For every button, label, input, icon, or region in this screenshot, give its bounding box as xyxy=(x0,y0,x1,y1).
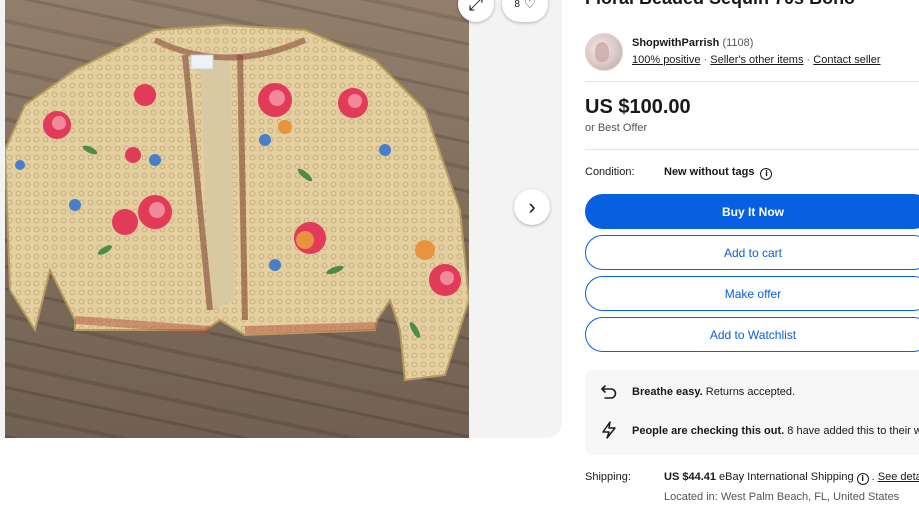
seller-links: 100% positive · Seller's other items · C… xyxy=(632,54,881,66)
shipping-info-icon[interactable]: i xyxy=(856,473,869,485)
promo-interest-detail: 8 have added this to their wa xyxy=(784,425,919,437)
shipping-method: eBay International Shipping xyxy=(715,471,857,483)
shipping-label: Shipping: xyxy=(585,471,631,483)
other-items-link[interactable]: Seller's other items xyxy=(710,54,803,66)
seller-feedback-count: (1108) xyxy=(722,37,754,49)
best-offer-note: or Best Offer xyxy=(585,122,648,134)
expand-icon: ⤢ xyxy=(468,0,484,14)
condition-value-row: New without tags i xyxy=(664,166,773,180)
promo-interest: People are checking this out. 8 have add… xyxy=(595,417,919,445)
favorite-count: 8 xyxy=(514,0,520,10)
add-to-cart-button[interactable]: Add to cart xyxy=(585,235,919,270)
lightning-icon xyxy=(602,421,616,439)
see-details-link[interactable]: See deta xyxy=(878,471,919,483)
shipping-value: US $44.41 eBay International Shipping i.… xyxy=(664,471,919,485)
chevron-right-icon: › xyxy=(528,194,536,219)
listing-panel: Floral Beaded Sequin 70s Boho ShopwithPa… xyxy=(585,0,919,508)
jacket-illustration xyxy=(5,23,469,382)
add-to-cart-label: Add to cart xyxy=(723,245,783,260)
seller-avatar[interactable] xyxy=(585,33,623,71)
favorite-button[interactable]: 8 ♡ xyxy=(502,0,548,22)
returns-icon xyxy=(601,385,617,399)
promo-returns: Breathe easy. Returns accepted. xyxy=(595,378,919,406)
seller-info: ShopwithParrish (1108) 100% positive · S… xyxy=(585,33,919,73)
seller-name-row: ShopwithParrish (1108) xyxy=(632,37,753,49)
buy-it-now-button[interactable]: Buy It Now xyxy=(585,194,919,229)
buy-it-now-label: Buy It Now xyxy=(722,204,784,219)
add-to-watchlist-label: Add to Watchlist xyxy=(709,327,797,342)
info-icon[interactable]: i xyxy=(760,168,773,180)
promo-interest-text: People are checking this out. 8 have add… xyxy=(632,425,919,437)
divider xyxy=(585,81,919,82)
price: US $100.00 xyxy=(585,96,691,118)
positive-feedback-link[interactable]: 100% positive xyxy=(632,54,701,66)
product-photo[interactable] xyxy=(5,0,469,438)
listing-title: Floral Beaded Sequin 70s Boho xyxy=(585,0,855,9)
separator: · xyxy=(700,54,711,66)
image-gallery: ⤢ 8 ♡ › xyxy=(0,0,562,438)
add-to-watchlist-button[interactable]: Add to Watchlist xyxy=(585,317,919,352)
next-image-button[interactable]: › xyxy=(514,189,550,225)
condition-value: New without tags xyxy=(664,166,755,178)
make-offer-label: Make offer xyxy=(724,286,782,301)
promo-returns-text: Breathe easy. Returns accepted. xyxy=(632,386,795,398)
promo-box: Breathe easy. Returns accepted. People a… xyxy=(585,370,919,455)
seller-name[interactable]: ShopwithParrish xyxy=(632,37,719,49)
shipping-amount: US $44.41 xyxy=(664,471,716,483)
contact-seller-link[interactable]: Contact seller xyxy=(813,54,880,66)
promo-returns-bold: Breathe easy. xyxy=(632,386,703,398)
condition-label: Condition: xyxy=(585,166,635,178)
heart-icon: ♡ xyxy=(523,0,536,11)
item-location: Located in: West Palm Beach, FL, United … xyxy=(664,491,900,503)
divider xyxy=(585,149,919,150)
make-offer-button[interactable]: Make offer xyxy=(585,276,919,311)
promo-interest-bold: People are checking this out. xyxy=(632,425,785,437)
separator: · xyxy=(803,54,814,66)
promo-returns-detail: Returns accepted. xyxy=(702,386,796,398)
